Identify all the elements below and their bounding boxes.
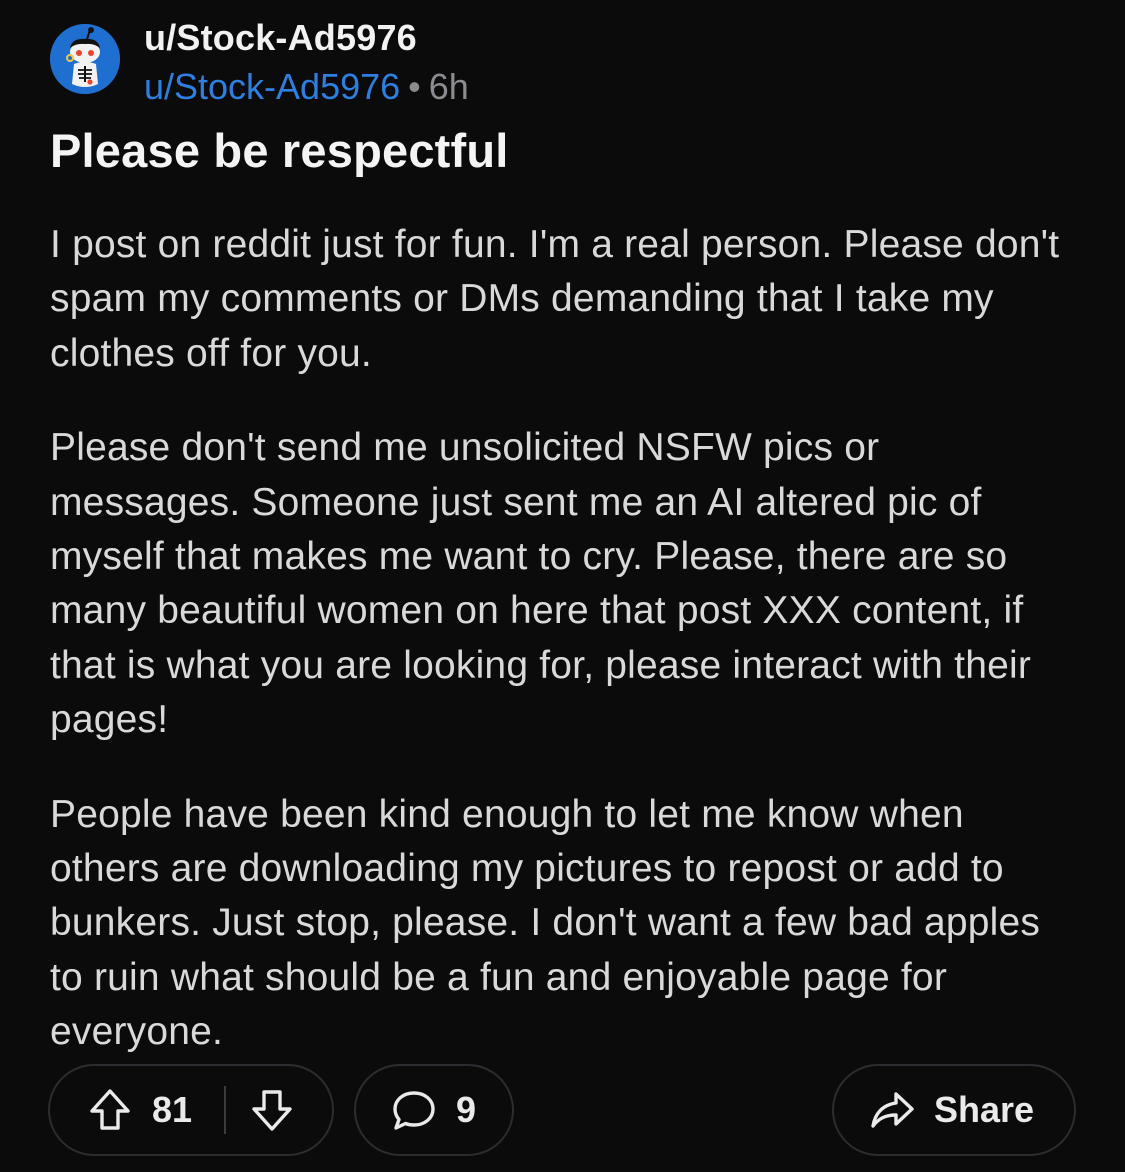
community-name[interactable]: u/Stock-Ad5976 [144,18,469,58]
vote-pill: 81 [48,1064,334,1156]
share-button[interactable]: Share [832,1064,1076,1156]
snoo-avatar-icon[interactable] [50,24,120,94]
upvote-button[interactable] [88,1087,132,1133]
post-card: u/Stock-Ad5976 u/Stock-Ad5976 • 6h Please … [0,0,1125,1172]
post-paragraph-2: Please don't send me unsolicited NSFW pi… [50,426,1032,742]
share-arrow-icon [868,1088,916,1132]
post-paragraph-1: I post on reddit just for fun. I'm a rea… [50,223,1060,375]
post-body: I post on reddit just for fun. I'm a rea… [50,218,1070,1100]
comments-button[interactable]: 9 [354,1064,514,1156]
post-meta: u/Stock-Ad5976 • 6h [144,66,469,108]
share-label: Share [934,1089,1035,1130]
post-header: u/Stock-Ad5976 u/Stock-Ad5976 • 6h [48,18,1048,108]
downvote-button[interactable] [250,1087,294,1133]
meta-separator: • [408,66,421,107]
post-title: Please be respectful [50,124,509,177]
vote-count: 81 [152,1089,193,1130]
vote-divider [224,1086,227,1134]
post-paragraph-3: People have been kind enough to let me k… [50,792,1041,1054]
comment-count: 9 [456,1089,477,1130]
arrow-down-icon [252,1090,292,1131]
speech-bubble-icon [390,1087,438,1133]
post-timestamp: 6h [428,66,469,107]
author-link[interactable]: u/Stock-Ad5976 [144,66,400,107]
author-block: u/Stock-Ad5976 u/Stock-Ad5976 • 6h [144,18,469,108]
post-action-bar: 81 9 Share [48,1064,1078,1160]
arrow-up-icon [90,1089,130,1130]
